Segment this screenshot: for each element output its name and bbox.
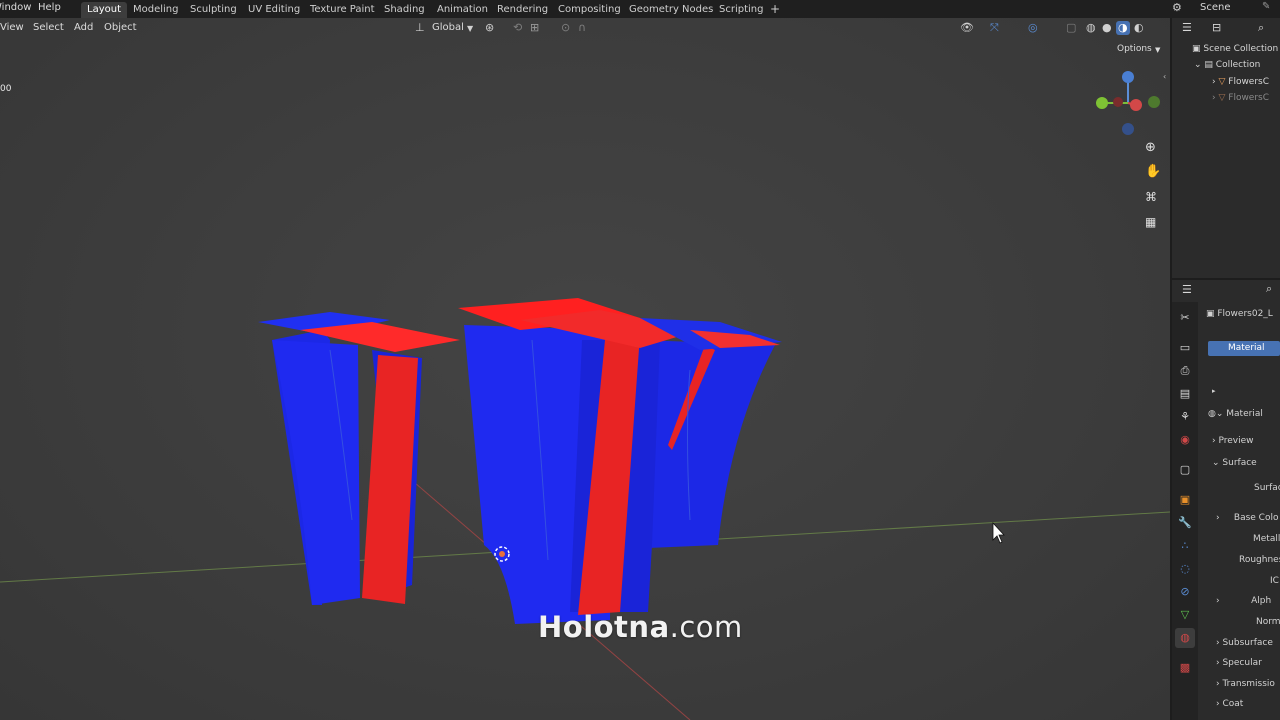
search-icon[interactable]: ⌕ (1258, 21, 1264, 35)
tab-geometry-nodes[interactable]: Geometry Nodes (623, 2, 719, 18)
render-icon[interactable]: ▭ (1177, 340, 1193, 356)
physics-icon[interactable]: ◌ (1177, 561, 1193, 577)
tab-layout[interactable]: Layout (81, 2, 127, 18)
properties-panel: ☰ ⌕ ✂ ▭ ⎙ ▤ ⚘ ◉ ▢ ▣ 🔧 ∴ ◌ ⊘ ▽ ◍ ▩ ▣ Flow… (1172, 278, 1280, 720)
material-selector[interactable]: ◍⌄ Material (1208, 409, 1263, 419)
ior-row[interactable]: IC (1270, 576, 1279, 586)
data-icon[interactable]: ▽ (1177, 607, 1193, 623)
surface-field[interactable]: Surfac (1254, 483, 1280, 493)
outliner-collection[interactable]: ⌄ ▤ Collection (1194, 60, 1260, 70)
zoom-icon[interactable]: ⊕ (1145, 140, 1156, 155)
world-icon[interactable]: ◉ (1177, 432, 1193, 448)
pin-icon[interactable]: ✎ (1262, 1, 1270, 12)
hand-icon[interactable]: ✋ (1145, 164, 1161, 179)
plant-left (258, 312, 460, 605)
tab-rendering[interactable]: Rendering (491, 2, 554, 18)
tab-animation[interactable]: Animation (431, 2, 494, 18)
base-color-row[interactable]: › Base Colo (1216, 513, 1278, 523)
tool-icon[interactable]: ✂ (1177, 310, 1193, 326)
tab-scripting[interactable]: Scripting (713, 2, 769, 18)
camera-icon[interactable]: ⌘ (1145, 190, 1157, 204)
material-slot-label: Material (1228, 343, 1265, 353)
normal-row[interactable]: Norm (1256, 617, 1280, 627)
wrench-icon[interactable]: 🔧 (1177, 515, 1193, 531)
add-workspace-button[interactable]: + (764, 0, 786, 16)
cursor-icon (992, 521, 1005, 544)
tab-uv-editing[interactable]: UV Editing (242, 2, 306, 18)
alpha-row[interactable]: › Alph (1216, 596, 1271, 606)
particles-icon[interactable]: ∴ (1177, 538, 1193, 554)
chevron-left-icon[interactable]: ‹ (1163, 72, 1166, 81)
search-icon[interactable]: ⌕ (1266, 282, 1272, 296)
panel-specular[interactable]: › Specular (1216, 658, 1262, 668)
view-layer-icon[interactable]: ▤ (1177, 386, 1193, 402)
editor-type-icon[interactable]: ☰ (1182, 21, 1192, 34)
outliner-panel: ☰ ⊟ ⌕ ▣ Scene Collection ⌄ ▤ Collection … (1172, 18, 1280, 278)
outliner-item[interactable]: › ▽ FlowersC (1212, 77, 1269, 87)
scene-selector[interactable]: Scene (1200, 2, 1231, 13)
editor-type-icon[interactable]: ☰ (1182, 283, 1192, 296)
scene-icon[interactable]: ⚙ (1172, 1, 1182, 14)
material-icon[interactable]: ◍ (1177, 630, 1193, 646)
tab-sculpting[interactable]: Sculpting (184, 2, 243, 18)
constraints-icon[interactable]: ⊘ (1177, 584, 1193, 600)
properties-tabs: ✂ ▭ ⎙ ▤ ⚘ ◉ ▢ ▣ 🔧 ∴ ◌ ⊘ ▽ ◍ ▩ (1172, 302, 1198, 720)
output-icon[interactable]: ⎙ (1177, 363, 1193, 379)
display-mode-icon[interactable]: ⊟ (1212, 21, 1221, 34)
grid-icon[interactable]: ▦ (1145, 215, 1156, 229)
tab-shading[interactable]: Shading (378, 2, 431, 18)
expand-icon[interactable]: ▸ (1212, 387, 1216, 395)
panel-preview[interactable]: › Preview (1212, 436, 1254, 446)
outliner-scene-collection[interactable]: ▣ Scene Collection (1192, 44, 1278, 54)
object-icon[interactable]: ▣ (1177, 492, 1193, 508)
collection-icon[interactable]: ▢ (1177, 462, 1193, 478)
outliner-item[interactable]: › ▽ FlowersC (1212, 93, 1269, 103)
panel-subsurface[interactable]: › Subsurface (1216, 638, 1273, 648)
watermark: Holotna.com (538, 610, 743, 644)
roughness-row[interactable]: Roughnes (1239, 555, 1280, 565)
metallic-row[interactable]: Metall (1253, 534, 1280, 544)
menu-window[interactable]: Window (0, 2, 31, 13)
gizmo-icon (1096, 71, 1160, 135)
object-name: ▣ Flowers02_L (1206, 309, 1273, 319)
top-bar: Window Help Layout Modeling Sculpting UV… (0, 0, 1280, 18)
tab-modeling[interactable]: Modeling (127, 2, 185, 18)
panel-coat[interactable]: › Coat (1216, 699, 1243, 709)
panel-surface[interactable]: ⌄ Surface (1212, 458, 1257, 468)
panel-transmission[interactable]: › Transmissio (1216, 679, 1275, 689)
plant-right (458, 298, 782, 624)
scene-icon[interactable]: ⚘ (1177, 409, 1193, 425)
menu-help[interactable]: Help (38, 2, 61, 13)
tab-compositing[interactable]: Compositing (552, 2, 627, 18)
texture-icon[interactable]: ▩ (1177, 660, 1193, 676)
tab-texture-paint[interactable]: Texture Paint (304, 2, 381, 18)
